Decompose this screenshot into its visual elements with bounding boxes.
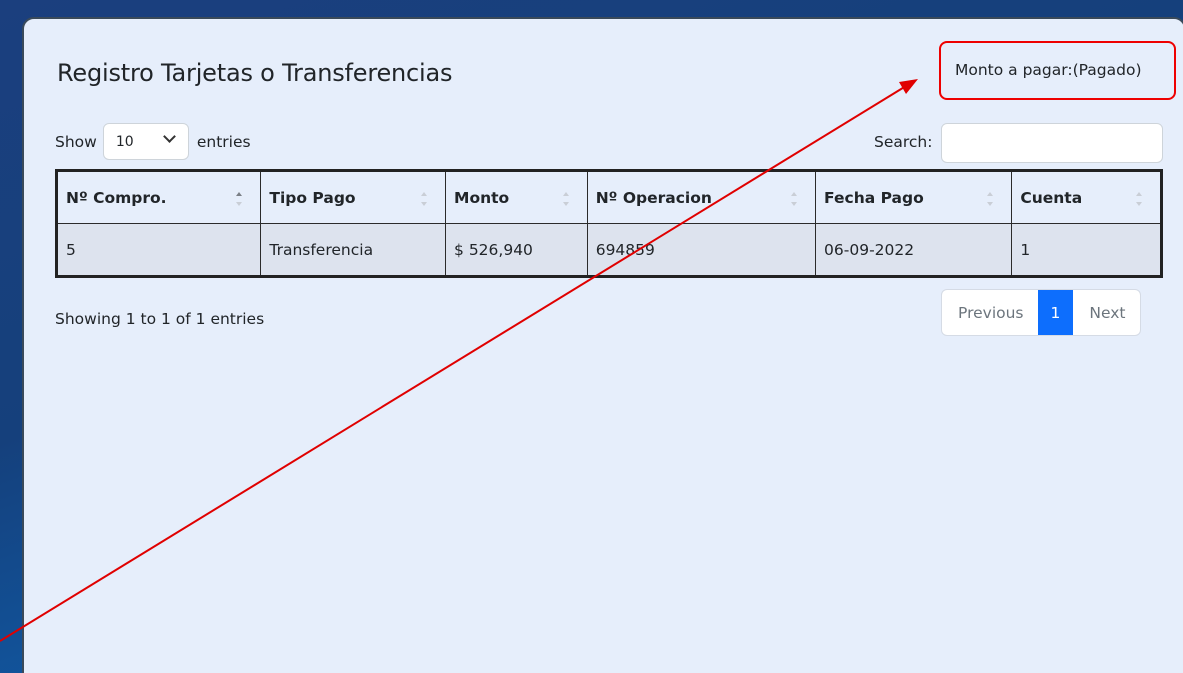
- chevron-down-icon: [162, 130, 176, 143]
- table-info: Showing 1 to 1 of 1 entries: [55, 310, 265, 328]
- page-size-value: 10: [115, 133, 134, 150]
- column-label: Nº Operacion: [595, 188, 712, 207]
- search-input[interactable]: [941, 123, 1163, 163]
- previous-button[interactable]: Previous: [942, 290, 1038, 335]
- column-header-operacion[interactable]: Nº Operacion: [586, 170, 817, 224]
- page-size-select[interactable]: 10: [102, 123, 189, 160]
- entries-label: entries: [196, 132, 251, 151]
- pagination: Previous 1 Next: [941, 289, 1141, 336]
- cell-cuenta: 1: [1011, 223, 1162, 277]
- column-label: Tipo Pago: [269, 188, 356, 207]
- column-label: Fecha Pago: [824, 188, 924, 207]
- column-header-compro[interactable]: Nº Compro.: [55, 170, 262, 224]
- column-header-tipo-pago[interactable]: Tipo Pago: [260, 170, 447, 224]
- page-size-control: Show 10 entries: [55, 123, 251, 160]
- cell-operacion: 694859: [586, 223, 817, 277]
- column-label: Monto: [454, 188, 510, 207]
- sort-icon: [987, 192, 994, 206]
- table-row: 5 Transferencia $ 526,940 694859 06-09-2…: [55, 223, 1162, 277]
- sort-icon: [791, 192, 798, 206]
- column-label: Cuenta: [1020, 188, 1083, 207]
- cell-fecha-pago: 06-09-2022: [815, 223, 1013, 277]
- sort-asc-icon: [236, 192, 243, 206]
- column-header-monto[interactable]: Monto: [445, 170, 588, 224]
- next-button[interactable]: Next: [1073, 290, 1139, 335]
- sort-icon: [421, 192, 428, 206]
- payment-panel: Registro Tarjetas o Transferencias Monto…: [22, 17, 1183, 673]
- page-title: Registro Tarjetas o Transferencias: [57, 59, 453, 87]
- sort-icon: [562, 192, 569, 206]
- search-label: Search:: [874, 133, 933, 151]
- column-label: Nº Compro.: [66, 188, 167, 207]
- cell-monto: $ 526,940: [445, 223, 588, 277]
- monto-status: Monto a pagar:(Pagado): [939, 41, 1176, 100]
- payments-table: Nº Compro. Tipo Pago Monto Nº Operacion …: [55, 169, 1163, 278]
- cell-compro: 5: [55, 223, 262, 277]
- cell-tipo-pago: Transferencia: [260, 223, 447, 277]
- show-label: Show: [55, 132, 97, 151]
- page-1-button[interactable]: 1: [1037, 290, 1074, 335]
- sort-icon: [1136, 192, 1142, 206]
- column-header-cuenta[interactable]: Cuenta: [1011, 170, 1162, 224]
- table-header-row: Nº Compro. Tipo Pago Monto Nº Operacion …: [55, 170, 1162, 224]
- column-header-fecha-pago[interactable]: Fecha Pago: [815, 170, 1013, 224]
